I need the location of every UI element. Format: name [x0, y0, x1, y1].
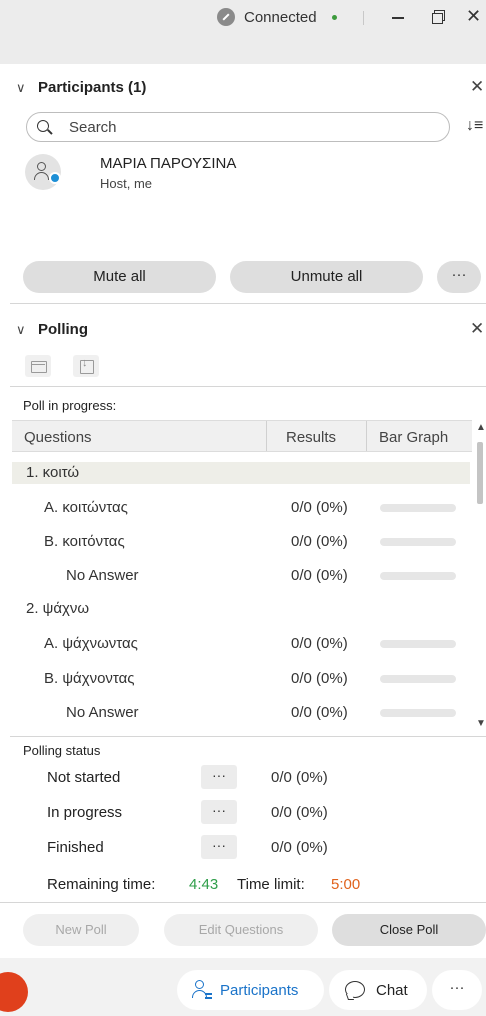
polling-title: Polling — [38, 321, 88, 338]
remaining-time-label: Remaining time: — [47, 876, 156, 893]
time-limit-label: Time limit: — [237, 876, 305, 893]
answer-row: A. κοιτώντας 0/0 (0%) — [12, 497, 470, 519]
participants-icon — [191, 979, 212, 999]
avatar — [25, 154, 61, 190]
result-bar — [380, 675, 456, 683]
connection-status: Connected — [244, 9, 317, 26]
chat-icon — [345, 981, 365, 998]
chat-tab-label: Chat — [376, 982, 408, 999]
remaining-time-value: 4:43 — [189, 876, 219, 893]
result-bar — [380, 572, 456, 580]
answer-row: A. ψάχνωντας 0/0 (0%) — [12, 633, 470, 655]
search-placeholder: Search — [69, 119, 117, 136]
host-badge-icon — [49, 172, 61, 184]
connection-icon — [217, 8, 235, 26]
status-in-progress-value: 0/0 (0%) — [271, 804, 328, 821]
participants-close-icon[interactable]: ✕ — [470, 77, 484, 97]
status-not-started-label: Not started — [47, 769, 121, 786]
time-limit-value: 5:00 — [331, 876, 361, 893]
participants-header[interactable]: ∨ Participants (1) ✕ — [0, 68, 486, 108]
answer-row: B. ψάχνοντας 0/0 (0%) — [12, 668, 470, 690]
question-row[interactable]: 1. κοιτώ — [12, 462, 470, 484]
more-options-button[interactable]: ··· — [432, 970, 482, 1010]
participants-title: Participants (1) — [38, 79, 147, 96]
result-bar — [380, 504, 456, 512]
close-poll-button[interactable]: Close Poll — [332, 914, 486, 946]
scroll-up-icon[interactable]: ▲ — [476, 422, 486, 433]
result-bar — [380, 709, 456, 717]
questions-column: Questions — [24, 429, 92, 446]
divider — [10, 303, 486, 304]
restore-icon[interactable] — [432, 10, 445, 24]
not-started-more-button[interactable]: ··· — [201, 765, 237, 789]
divider — [10, 736, 486, 737]
answer-result: 0/0 (0%) — [291, 670, 348, 687]
bar-graph-column: Bar Graph — [379, 429, 449, 446]
title-separator — [363, 11, 364, 25]
chat-tab-button[interactable]: Chat — [329, 970, 427, 1010]
poll-in-progress-label: Poll in progress: — [23, 398, 117, 413]
search-input[interactable]: Search — [26, 112, 450, 142]
poll-table-header: Questions Results Bar Graph — [12, 420, 472, 452]
participants-tab-button[interactable]: Participants — [177, 970, 324, 1010]
scroll-thumb[interactable] — [477, 442, 483, 504]
answer-result: 0/0 (0%) — [291, 635, 348, 652]
minimize-icon[interactable] — [392, 17, 404, 19]
title-bar: Connected ✕ — [0, 0, 486, 64]
question-row[interactable]: 2. ψάχνω — [12, 598, 470, 620]
status-not-started-value: 0/0 (0%) — [271, 769, 328, 786]
participant-role: Host, me — [100, 176, 153, 191]
chevron-down-icon[interactable]: ∨ — [16, 80, 26, 96]
participants-tab-label: Participants — [220, 982, 299, 999]
answer-result: 0/0 (0%) — [291, 499, 348, 516]
participants-more-button[interactable]: ··· — [437, 261, 481, 293]
result-bar — [380, 640, 456, 648]
status-finished-value: 0/0 (0%) — [271, 839, 328, 856]
window-close-icon[interactable]: ✕ — [466, 6, 481, 27]
search-icon — [37, 120, 49, 132]
mute-all-button[interactable]: Mute all — [23, 261, 216, 293]
divider — [10, 386, 486, 387]
new-poll-button[interactable]: New Poll — [23, 914, 139, 946]
polling-header[interactable]: ∨ Polling ✕ — [0, 310, 486, 350]
polling-status-label: Polling status — [23, 743, 101, 758]
edit-questions-button[interactable]: Edit Questions — [164, 914, 318, 946]
finished-more-button[interactable]: ··· — [201, 835, 237, 859]
participant-name: ΜΑΡΙΑ ΠΑΡΟΥΣΙΝΑ — [100, 155, 237, 172]
unmute-all-button[interactable]: Unmute all — [230, 261, 423, 293]
status-finished-label: Finished — [47, 839, 104, 856]
answer-result: 0/0 (0%) — [291, 704, 348, 721]
download-icon[interactable] — [73, 355, 99, 377]
answer-result: 0/0 (0%) — [291, 567, 348, 584]
chevron-down-icon[interactable]: ∨ — [16, 322, 26, 338]
connection-dot — [332, 15, 337, 20]
results-column: Results — [286, 429, 337, 446]
polling-close-icon[interactable]: ✕ — [470, 319, 484, 339]
no-answer-row: No Answer 0/0 (0%) — [12, 702, 470, 724]
answer-result: 0/0 (0%) — [291, 533, 348, 550]
poll-scrollbar[interactable]: ▲ ▼ — [475, 422, 486, 736]
scroll-down-icon[interactable]: ▼ — [476, 718, 486, 729]
open-folder-icon[interactable] — [25, 355, 51, 377]
no-answer-row: No Answer 0/0 (0%) — [12, 565, 470, 587]
status-in-progress-label: In progress — [47, 804, 123, 821]
sort-icon[interactable]: ↓≡ — [466, 117, 483, 135]
result-bar — [380, 538, 456, 546]
in-progress-more-button[interactable]: ··· — [201, 800, 237, 824]
divider — [0, 902, 486, 903]
answer-row: B. κοιτόντας 0/0 (0%) — [12, 531, 470, 553]
